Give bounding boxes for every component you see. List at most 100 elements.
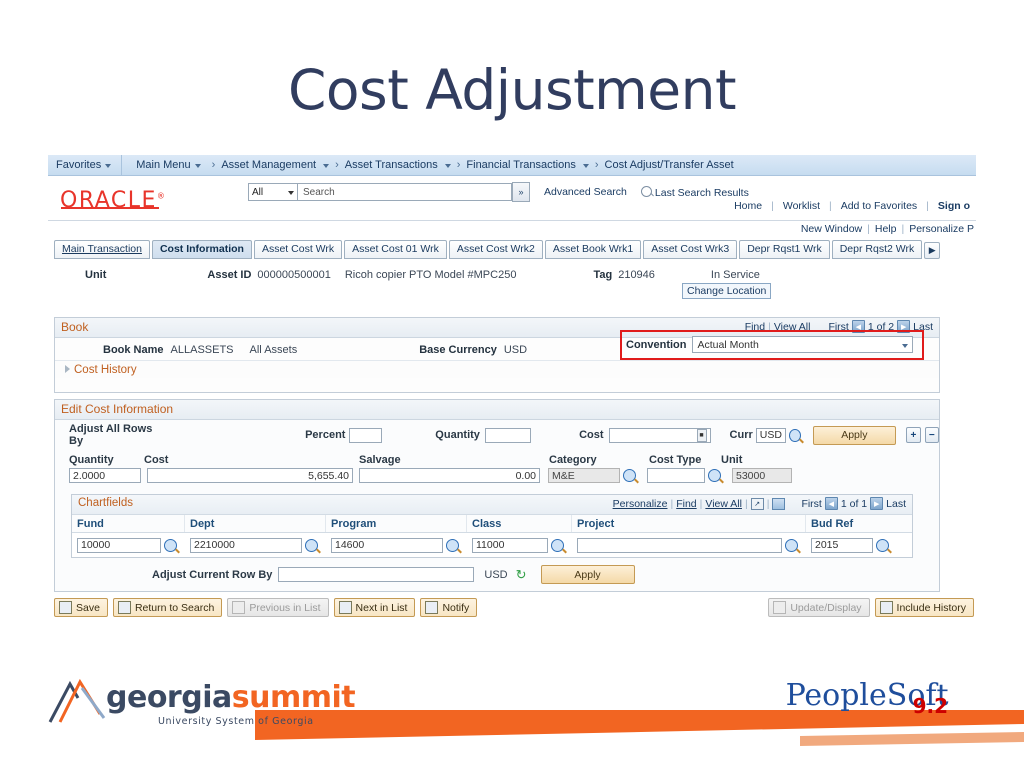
advanced-search-link[interactable]: Advanced Search [544, 186, 627, 198]
curr-input[interactable]: USD [755, 427, 786, 443]
change-location-button[interactable]: Change Location [682, 283, 772, 299]
bud-ref-input[interactable]: 2015 [811, 537, 873, 553]
personalize-page-link[interactable]: Personalize P [909, 223, 974, 235]
chartfields-view-all-link[interactable]: View All [705, 498, 742, 510]
book-group-title: Book [61, 320, 89, 334]
tag-value: 210946 [618, 269, 655, 281]
curr-lookup-icon[interactable] [788, 428, 801, 442]
chevron-down-icon [444, 164, 451, 168]
notify-button[interactable]: Notify [420, 598, 478, 617]
col-cost-type: Cost Type [649, 454, 702, 466]
save-label: Save [76, 601, 100, 614]
project-input[interactable] [577, 537, 782, 553]
next-in-list-button[interactable]: Next in List [333, 598, 416, 617]
fund-lookup-icon[interactable] [164, 538, 177, 552]
top-navigation-bar: Favorites Main Menu › Asset Management ›… [48, 155, 976, 176]
program-lookup-icon[interactable] [446, 538, 459, 552]
class-lookup-icon[interactable] [551, 538, 564, 552]
divider: | [744, 497, 748, 510]
tab-cost-information[interactable]: Cost Information [151, 240, 252, 259]
search-submit-button[interactable]: » [512, 182, 530, 202]
tab-next-arrow-icon[interactable]: ▶ [924, 242, 941, 259]
worklist-link[interactable]: Worklist [774, 200, 829, 212]
chartfields-last-label[interactable]: Last [886, 498, 906, 510]
breadcrumb-sep-icon: › [456, 159, 461, 171]
divider: | [766, 497, 770, 510]
row-salvage-input[interactable]: 0.00 [359, 468, 540, 483]
cost-history-toggle[interactable]: Cost History [55, 360, 939, 378]
delete-row-button[interactable]: − [924, 427, 939, 443]
home-link[interactable]: Home [725, 200, 771, 212]
quantity-adjust-input[interactable] [484, 427, 532, 443]
main-menu[interactable]: Main Menu [122, 155, 208, 175]
percent-input[interactable] [349, 427, 383, 443]
convention-select[interactable]: Actual Month [691, 336, 913, 353]
row-quantity-input[interactable]: 2.0000 [69, 468, 141, 483]
tab-asset-book-wrk1[interactable]: Asset Book Wrk1 [544, 240, 642, 259]
row-cost-input[interactable]: 5,655.40 [147, 468, 353, 483]
row-cost-type-input[interactable] [647, 468, 705, 483]
bud-ref-lookup-icon[interactable] [876, 538, 889, 552]
include-history-button[interactable]: Include History [874, 598, 974, 617]
chartfields-first-label[interactable]: First [801, 498, 821, 510]
edit-cost-group-title: Edit Cost Information [61, 402, 174, 416]
search-scope-select[interactable]: All [248, 183, 298, 201]
row-category-input[interactable]: M&E [548, 468, 620, 483]
include-history-icon [879, 601, 893, 614]
search-input[interactable]: Search [298, 183, 512, 201]
chartfields-find-link[interactable]: Find [676, 498, 696, 510]
add-row-button[interactable]: + [906, 427, 921, 443]
asset-summary: Unit Asset ID 000000500001 Ricoh copier … [48, 259, 976, 317]
breadcrumb-item-asset-management[interactable]: Asset Management [221, 159, 316, 171]
chartfields-prev-arrow-icon[interactable]: ◀ [824, 497, 838, 510]
dept-lookup-icon[interactable] [305, 538, 318, 552]
recycle-icon[interactable]: ↻ [516, 567, 527, 583]
last-search-results-link[interactable]: Last Search Results [640, 185, 749, 199]
class-input[interactable]: 11000 [472, 537, 548, 553]
cf-col-fund: Fund [72, 515, 185, 532]
tab-asset-cost-01-wrk[interactable]: Asset Cost 01 Wrk [344, 240, 447, 259]
oracle-header: ORACLE® All Search » Advanced Search Las… [48, 176, 976, 221]
cost-adjust-input[interactable]: ■ [608, 427, 711, 443]
add-to-favorites-link[interactable]: Add to Favorites [832, 200, 926, 212]
sign-out-link[interactable]: Sign o [929, 200, 976, 212]
download-to-excel-icon[interactable]: ↗ [750, 497, 764, 510]
favorites-menu[interactable]: Favorites [48, 155, 123, 175]
tab-depr-rqst2-wrk[interactable]: Depr Rqst2 Wrk [831, 240, 923, 259]
adjust-current-row-input[interactable] [278, 567, 475, 582]
grid-view-icon[interactable] [772, 497, 786, 510]
tab-asset-cost-wrk-label: Asset Cost Wrk [261, 243, 335, 255]
new-window-link[interactable]: New Window [801, 223, 862, 235]
return-to-search-button[interactable]: Return to Search [112, 598, 223, 617]
global-search: All Search » Advanced Search Last Search… [248, 182, 749, 202]
spin-icon[interactable]: ■ [696, 428, 707, 442]
georgia-summit-wordmark: georgiasummit [106, 680, 356, 715]
breadcrumb-item-financial-transactions[interactable]: Financial Transactions [466, 159, 575, 171]
fund-input[interactable]: 10000 [77, 537, 161, 553]
program-input[interactable]: 14600 [331, 537, 443, 553]
project-lookup-icon[interactable] [785, 538, 798, 552]
previous-in-list-label: Previous in List [249, 601, 321, 614]
tab-asset-cost-wrk2[interactable]: Asset Cost Wrk2 [448, 240, 543, 259]
breadcrumb-item-cost-adjust-transfer-asset[interactable]: Cost Adjust/Transfer Asset [605, 159, 734, 171]
chartfields-personalize-link[interactable]: Personalize [613, 498, 668, 510]
apply-current-row-button[interactable]: Apply [540, 565, 635, 584]
tab-asset-cost-wrk3[interactable]: Asset Cost Wrk3 [643, 240, 738, 259]
save-button[interactable]: Save [54, 598, 108, 617]
chartfields-next-arrow-icon[interactable]: ▶ [870, 497, 884, 510]
search-icon [640, 185, 652, 197]
tab-main-transaction[interactable]: Main Transaction [54, 240, 150, 259]
breadcrumb: › Asset Management › Asset Transactions … [209, 159, 734, 171]
tab-depr-rqst1-wrk[interactable]: Depr Rqst1 Wrk [739, 240, 830, 259]
cost-type-lookup-icon[interactable] [708, 469, 721, 482]
chevron-down-icon [582, 164, 589, 168]
apply-all-rows-button[interactable]: Apply [812, 425, 897, 445]
chartfields-header: Chartfields Personalize | Find | View Al… [72, 495, 912, 515]
mountain-icon [48, 678, 106, 723]
tab-asset-cost-wrk[interactable]: Asset Cost Wrk [253, 240, 343, 259]
dept-input[interactable]: 2210000 [190, 537, 302, 553]
help-link[interactable]: Help [875, 223, 897, 235]
category-lookup-icon[interactable] [623, 469, 636, 482]
breadcrumb-item-asset-transactions[interactable]: Asset Transactions [345, 159, 438, 171]
adjust-current-row: Adjust Current Row By USD ↻ Apply [55, 558, 939, 591]
